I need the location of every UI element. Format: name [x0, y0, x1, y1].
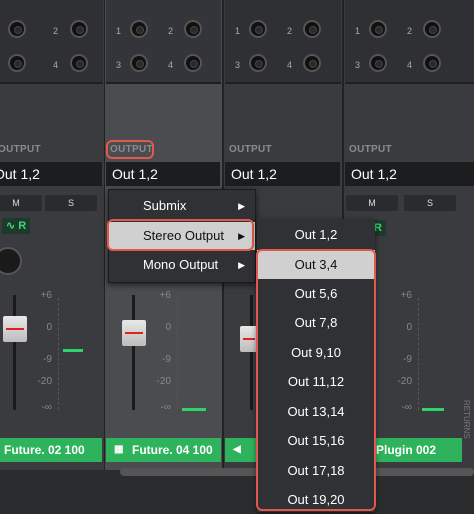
input-jack[interactable]: [423, 20, 441, 38]
fader-scale-label: +6: [400, 290, 412, 301]
fader-scale-label: -9: [43, 354, 52, 365]
mute-button[interactable]: M: [346, 195, 398, 211]
input-jack[interactable]: [249, 54, 267, 72]
level-meter: [182, 408, 206, 411]
fader-scale-label: -20: [397, 376, 412, 387]
channel-name[interactable]: ◀: [225, 438, 257, 462]
input-jack[interactable]: [8, 20, 26, 38]
jack-number: 1: [355, 26, 361, 36]
menu-item-submix[interactable]: Submix ▶: [109, 192, 255, 220]
output-select[interactable]: Out 1,2: [106, 162, 220, 186]
input-jack[interactable]: [130, 54, 148, 72]
input-jack-panel-1: 2 4: [0, 0, 103, 84]
output-label: OUTPUT: [349, 144, 392, 155]
fader-track: [13, 295, 16, 410]
grid-icon: ▦: [114, 444, 124, 455]
jack-number: 2: [407, 26, 413, 36]
output-label: OUTPUT: [229, 144, 272, 155]
input-jack[interactable]: [184, 20, 202, 38]
meter-ticks: [58, 298, 87, 410]
input-jack[interactable]: [369, 20, 387, 38]
submenu-item[interactable]: Out 1,2: [257, 220, 375, 249]
input-jack-panel-2: 1 2 3 4: [106, 0, 221, 84]
meter-ticks: [418, 298, 447, 410]
mute-button[interactable]: M: [0, 195, 42, 211]
input-jack[interactable]: [130, 20, 148, 38]
input-jack[interactable]: [70, 20, 88, 38]
fader-scale-label: 0: [165, 322, 171, 333]
record-label: R: [18, 220, 27, 232]
volume-fader[interactable]: [122, 320, 146, 346]
fader-scale-label: -20: [156, 376, 171, 387]
jack-number: 4: [168, 60, 174, 70]
output-label-highlight: [106, 140, 154, 159]
fader-scale-label: -20: [37, 376, 52, 387]
fader-track: [250, 295, 253, 410]
fader-scale-label: -∞: [160, 402, 171, 413]
fader-scale-label: -∞: [401, 402, 412, 413]
output-label: OUTPUT: [0, 144, 41, 155]
returns-label: RETURNS: [462, 400, 471, 439]
channel-name-label: Plugin 002: [376, 443, 437, 457]
jack-number: 3: [355, 60, 361, 70]
input-jack[interactable]: [184, 54, 202, 72]
input-jack[interactable]: [70, 54, 88, 72]
channel-name[interactable]: Plugin 002: [372, 438, 462, 462]
fader-scale-label: +6: [40, 290, 52, 301]
jack-number: 2: [287, 26, 293, 36]
level-meter: [422, 408, 444, 411]
input-jack[interactable]: [303, 54, 321, 72]
fader-scale-label: 0: [46, 322, 52, 333]
record-label: R: [374, 222, 382, 234]
channel-name[interactable]: Future. 02 100: [0, 438, 102, 462]
menu-item-mono-output[interactable]: Mono Output ▶: [109, 251, 255, 279]
volume-fader[interactable]: [3, 316, 27, 342]
menu-item-label: Mono Output: [143, 257, 219, 272]
fader-scale-label: -∞: [41, 402, 52, 413]
jack-number: 2: [53, 26, 59, 36]
jack-number: 1: [116, 26, 122, 36]
channel-name-label: Future. 04 100: [132, 443, 213, 457]
plugin-icon: ◀: [233, 444, 241, 455]
input-jack-panel-4: 1 2 3 4: [345, 0, 474, 84]
output-select[interactable]: Out 1,2: [345, 162, 474, 186]
fader-scale-label: -9: [162, 354, 171, 365]
jack-number: 2: [168, 26, 174, 36]
output-select[interactable]: Out 1,2: [0, 162, 102, 186]
stereo-output-highlight: [107, 219, 254, 251]
jack-number: 1: [235, 26, 241, 36]
output-select[interactable]: Out 1,2: [225, 162, 340, 186]
channel-name-label: Future. 02 100: [4, 443, 85, 457]
input-jack[interactable]: [303, 20, 321, 38]
record-button[interactable]: ∿ R: [2, 218, 31, 234]
fader-scale-label: 0: [406, 322, 412, 333]
submenu-highlight: [256, 249, 376, 511]
channel-name[interactable]: ▦ Future. 04 100: [106, 438, 221, 462]
chevron-right-icon: ▶: [238, 201, 245, 211]
chevron-right-icon: ▶: [238, 260, 245, 270]
input-jack[interactable]: [369, 54, 387, 72]
jack-number: 4: [407, 60, 413, 70]
fader-track: [132, 295, 135, 410]
jack-number: 4: [287, 60, 293, 70]
level-meter: [63, 349, 83, 352]
jack-number: 3: [235, 60, 241, 70]
solo-button[interactable]: S: [45, 195, 97, 211]
meter-ticks: [177, 298, 206, 410]
input-jack[interactable]: [423, 54, 441, 72]
fader-scale-label: -9: [403, 354, 412, 365]
input-jack[interactable]: [8, 54, 26, 72]
waveform-icon: ∿: [6, 220, 16, 232]
input-jack-panel-3: 1 2 3 4: [225, 0, 341, 84]
menu-item-label: Submix: [143, 198, 187, 213]
fader-scale-label: +6: [159, 290, 171, 301]
jack-number: 3: [116, 60, 122, 70]
input-jack[interactable]: [249, 20, 267, 38]
jack-number: 4: [53, 60, 59, 70]
solo-button[interactable]: S: [404, 195, 456, 211]
